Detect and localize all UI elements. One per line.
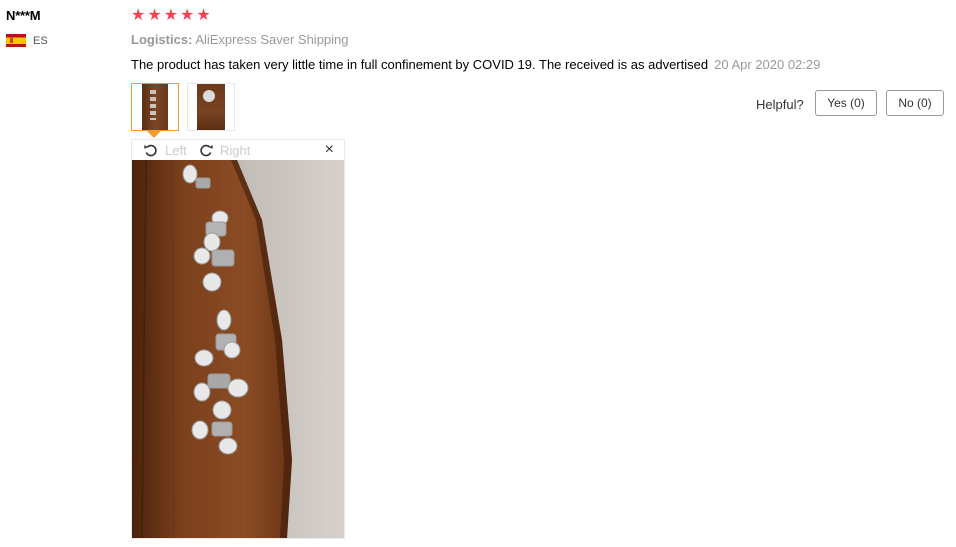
rotate-left-icon: [144, 144, 157, 157]
helpful-no-button[interactable]: No (0): [886, 90, 944, 116]
star-icon: ★: [147, 7, 162, 24]
image-viewer: Left Right ×: [131, 139, 345, 539]
close-viewer-button[interactable]: ×: [325, 141, 334, 159]
user-name: N***M: [6, 8, 41, 23]
rotate-right-label: Right: [220, 142, 251, 158]
review-date: 20 Apr 2020 02:29: [714, 57, 821, 72]
helpful-yes-button[interactable]: Yes (0): [815, 90, 877, 116]
spain-flag-icon: [6, 34, 26, 47]
feedback-text: The product has taken very little time i…: [131, 57, 709, 72]
helpful-label: Helpful?: [756, 97, 804, 112]
star-icon: ★: [131, 7, 146, 24]
viewer-toolbar: Left Right ×: [132, 140, 344, 160]
star-icon: ★: [180, 7, 195, 24]
review-photo: [132, 160, 344, 538]
country-code: ES: [33, 34, 48, 47]
country: ES: [6, 34, 48, 47]
logistics-label: Logistics:: [131, 32, 193, 47]
active-thumbnail-pointer: [147, 131, 161, 138]
star-icon: ★: [196, 7, 211, 24]
thumbnail-image: [197, 84, 225, 130]
rotate-left-button[interactable]: Left: [143, 142, 187, 158]
star-rating: ★ ★ ★ ★ ★: [131, 6, 211, 26]
rotate-right-button[interactable]: Right: [198, 142, 250, 158]
thumbnail-image: [142, 84, 168, 130]
review-photo-thumbnail[interactable]: [187, 83, 235, 131]
review-photo-thumbnail[interactable]: [131, 83, 179, 131]
review-text: The product has taken very little time i…: [131, 57, 820, 72]
review-photo-image: [132, 160, 344, 538]
rotate-right-icon: [200, 144, 213, 157]
rotate-left-label: Left: [165, 142, 187, 158]
logistics-info: Logistics: AliExpress Saver Shipping: [131, 32, 349, 47]
star-icon: ★: [163, 7, 179, 24]
logistics-value: AliExpress Saver Shipping: [195, 32, 349, 47]
